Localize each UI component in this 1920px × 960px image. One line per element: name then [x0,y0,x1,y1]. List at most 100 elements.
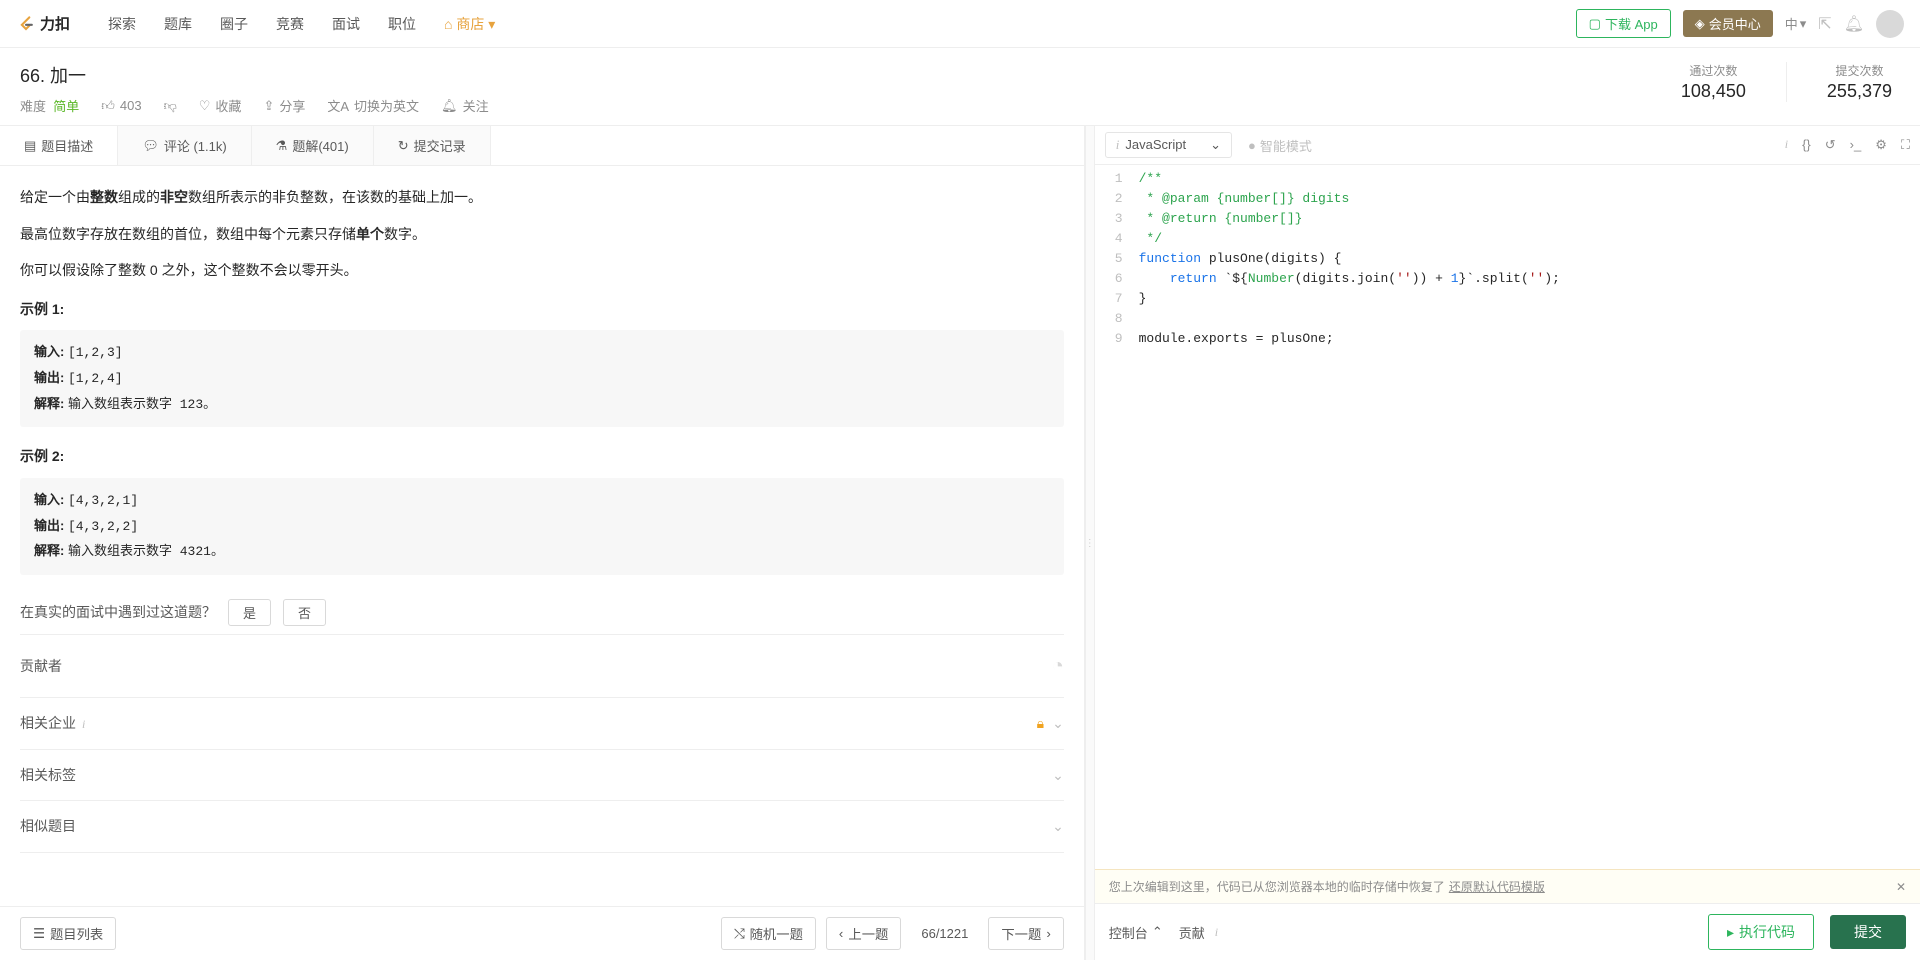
tab-solutions[interactable]: ⚗︎题解(401) [252,126,374,165]
terminal-icon[interactable]: ›_ [1850,137,1862,153]
download-app-button[interactable]: ▢下载 App [1576,9,1671,38]
page-indicator: 66/1221 [911,926,978,941]
favorite-button[interactable]: ♡收藏 [199,96,242,115]
accordion-tags[interactable]: 相关标签 ⌄ [20,750,1064,802]
run-button[interactable]: ▸执行代码 [1708,914,1814,950]
member-center-button[interactable]: ◈会员中心 [1683,10,1773,37]
fullscreen-icon[interactable]: ⛶ [1901,137,1910,153]
tab-description[interactable]: ▤题目描述 [0,126,118,165]
document-icon: ▤ [24,138,36,154]
submissions-label: 提交次数 [1827,62,1892,79]
heart-icon: ♡ [199,98,211,114]
dot-icon: ● [1248,138,1256,153]
paragraph: 给定一个由整数组成的非空数组所表示的非负整数，在该数的基础上加一。 [20,184,1064,211]
switch-language-button[interactable]: 文A切换为英文 [327,96,419,115]
submissions-stat: 提交次数 255,379 [1819,62,1900,102]
restore-default-link[interactable]: 还原默认代码模版 [1449,878,1545,895]
external-link-icon[interactable]: ⇱ [1818,14,1831,34]
info-icon: i [82,717,85,731]
paragraph: 最高位数字存放在数组的首位，数组中每个元素只存储单个数字。 [20,221,1064,248]
chevron-down-icon: ⌄ [1052,813,1064,840]
logo[interactable]: 力扣 [16,13,70,34]
history-icon: ↻ [398,138,409,154]
undo-icon[interactable]: ↺ [1825,137,1836,153]
right-pane: iJavaScript ⌄ ●智能模式 i {} ↺ ›_ ⚙︎ ⛶ 12345… [1095,126,1920,960]
tab-comments[interactable]: 💬︎评论 (1.1k) [118,126,251,165]
top-navbar: 力扣 探索 题库 圈子 竞赛 面试 职位 ⌂ 商店 ▾ ▢下载 App ◈会员中… [0,0,1920,48]
submissions-value: 255,379 [1827,81,1892,102]
console-toggle[interactable]: 控制台 ⌃ [1109,923,1163,942]
code-lines[interactable]: /** * @param {number[]} digits * @return… [1139,169,1920,869]
like-button[interactable]: 👍︎403 [101,98,141,114]
problem-header: 66. 加一 难度 简单 👍︎403 👎︎ ♡收藏 ⇪分享 文A切换为英文 🔔︎… [0,48,1920,126]
accordion: 贡献者 ◔ 相关企业i 🔒︎⌄ 相关标签 ⌄ 相似题目 ⌄ [20,634,1064,853]
accordion-similar[interactable]: 相似题目 ⌄ [20,801,1064,853]
phone-icon: ▢ [1589,16,1601,32]
accordion-companies[interactable]: 相关企业i 🔒︎⌄ [20,698,1064,750]
nav-jobs[interactable]: 职位 [374,0,430,48]
submit-button[interactable]: 提交 [1830,915,1906,949]
stat-divider [1786,62,1787,102]
share-button[interactable]: ⇪分享 [263,96,305,115]
comment-icon: 💬︎ [142,138,159,154]
language-toggle[interactable]: 中 ▾ [1785,14,1807,33]
shuffle-icon: ⤭ [734,926,745,942]
left-tabs: ▤题目描述 💬︎评论 (1.1k) ⚗︎题解(401) ↻提交记录 [0,126,1084,166]
difficulty-label: 难度 [20,99,46,114]
pane-splitter[interactable] [1085,126,1095,960]
interview-no-button[interactable]: 否 [283,599,326,626]
dislike-button[interactable]: 👎︎ [164,98,177,114]
info-icon: i [1215,925,1218,940]
nav-contest[interactable]: 竞赛 [262,0,318,48]
chevron-right-icon: › [1046,926,1050,941]
bell-icon[interactable]: 🔔︎ [1844,14,1864,34]
nav-explore[interactable]: 探索 [94,0,150,48]
nav-store[interactable]: ⌂ 商店 ▾ [430,0,509,48]
thumbs-up-icon: 👍︎ [101,98,115,114]
tab-submissions[interactable]: ↻提交记录 [374,126,491,165]
list-icon: ☰ [33,926,45,942]
lock-icon: 🔒︎ [1037,710,1044,737]
close-icon[interactable]: ✕ [1896,880,1906,894]
nav-right: ▢下载 App ◈会员中心 中 ▾ ⇱ 🔔︎ [1576,9,1904,38]
random-button[interactable]: ⤭随机一题 [721,917,816,950]
follow-button[interactable]: 🔔︎关注 [441,96,489,115]
chevron-down-icon: ▾ [1800,16,1807,32]
contribute-link[interactable]: 贡献i [1179,923,1218,942]
restore-banner: 您上次编辑到这里，代码已从您浏览器本地的临时存储中恢复了 还原默认代码模版 ✕ [1095,869,1920,903]
nav-interview[interactable]: 面试 [318,0,374,48]
play-icon: ▸ [1727,924,1734,941]
code-editor[interactable]: 123456789 /** * @param {number[]} digits… [1095,165,1920,869]
restore-text: 您上次编辑到这里，代码已从您浏览器本地的临时存储中恢复了 [1109,878,1445,895]
difficulty-value: 简单 [53,99,79,114]
main-split: ▤题目描述 💬︎评论 (1.1k) ⚗︎题解(401) ↻提交记录 给定一个由整… [0,126,1920,960]
chevron-down-icon: ▾ [488,16,495,32]
settings-icon[interactable]: ⚙︎ [1875,137,1887,153]
store-icon: ⌂ [444,16,452,32]
editor-toolbar: iJavaScript ⌄ ●智能模式 i {} ↺ ›_ ⚙︎ ⛶ [1095,126,1920,165]
accepted-stat: 通过次数 108,450 [1673,62,1754,102]
avatar[interactable] [1876,10,1904,38]
nav-discuss[interactable]: 圈子 [206,0,262,48]
info-icon[interactable]: i [1785,137,1788,153]
nav-problems[interactable]: 题库 [150,0,206,48]
info-icon: i [1116,137,1120,152]
interview-question: 在真实的面试中遇到过这道题？ 是 否 [20,599,1064,626]
prev-button[interactable]: ‹上一题 [826,917,901,950]
description-body: 给定一个由整数组成的非空数组所表示的非负整数，在该数的基础上加一。 最高位数字存… [0,166,1084,906]
problem-list-button[interactable]: ☰题目列表 [20,917,116,950]
braces-icon[interactable]: {} [1802,137,1811,153]
language-selector[interactable]: iJavaScript ⌄ [1105,132,1232,158]
left-footer: ☰题目列表 ⤭随机一题 ‹上一题 66/1221 下一题› [0,906,1084,960]
paragraph: 你可以假设除了整数 0 之外，这个整数不会以零开头。 [20,257,1064,284]
leetcode-icon: ◔ [1052,647,1064,685]
leetcode-logo-icon [16,14,36,34]
interview-yes-button[interactable]: 是 [228,599,271,626]
accordion-contributors[interactable]: 贡献者 ◔ [20,635,1064,698]
nav-links: 探索 题库 圈子 竞赛 面试 职位 ⌂ 商店 ▾ [94,0,509,48]
next-button[interactable]: 下一题› [988,917,1063,950]
chevron-down-icon: ⌄ [1210,137,1221,153]
share-icon: ⇪ [263,98,274,114]
interview-text: 在真实的面试中遇到过这道题？ [20,599,216,626]
smart-mode-toggle[interactable]: ●智能模式 [1248,136,1312,155]
